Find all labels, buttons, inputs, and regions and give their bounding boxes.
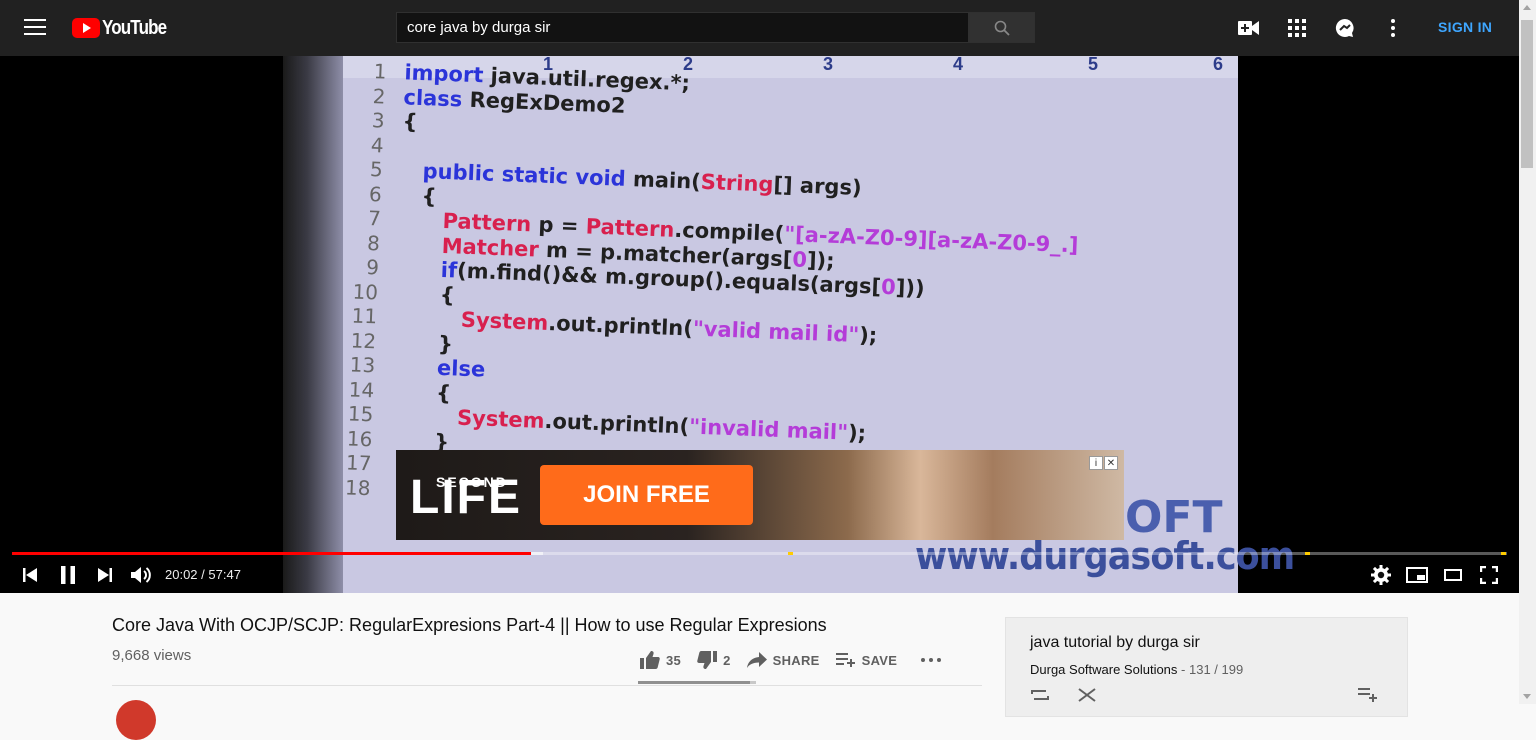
youtube-logo[interactable]: YouTube — [72, 16, 178, 39]
fullscreen-icon[interactable] — [1476, 562, 1502, 588]
more-horiz-icon — [921, 658, 942, 662]
search-icon — [994, 20, 1010, 36]
video-player[interactable]: 123456 1 import java.util.regex.*; 2 class … — [0, 56, 1519, 593]
line-number: 17 — [345, 450, 372, 476]
line-number: 6 — [368, 181, 383, 207]
code-text: else — [436, 355, 486, 382]
playlist-position: 131 / 199 — [1188, 662, 1244, 677]
video-actions: 35 2 SHARE SAVE — [640, 648, 957, 672]
ad-marker — [788, 552, 793, 555]
ad-close-icon[interactable]: ✕ — [1104, 456, 1118, 470]
more-actions-button[interactable] — [921, 658, 942, 662]
more-vert-icon[interactable] — [1381, 16, 1405, 40]
apps-grid-icon[interactable] — [1285, 16, 1309, 40]
overlay-ad[interactable]: LIFE SECOND JOIN FREE i ✕ — [396, 450, 1124, 540]
progress-played — [12, 552, 531, 555]
code-line: 18 — [328, 474, 389, 502]
code-text: { — [391, 378, 452, 405]
ad-marker — [1501, 552, 1506, 555]
messages-icon[interactable] — [1333, 16, 1357, 40]
masthead: YouTube core java by durga sir SIGN IN — [0, 0, 1519, 56]
save-button[interactable]: SAVE — [835, 652, 898, 668]
thumb-down-icon — [697, 651, 718, 669]
line-number: 15 — [347, 401, 374, 427]
code-text: } — [393, 329, 454, 356]
ad-brand-small: SECOND — [436, 474, 508, 490]
ad-join-button[interactable]: JOIN FREE — [540, 465, 753, 525]
divider — [112, 685, 982, 686]
theater-mode-icon[interactable] — [1440, 562, 1466, 588]
share-label: SHARE — [772, 652, 820, 668]
line-number: 1 — [373, 59, 387, 84]
shuffle-icon[interactable] — [1078, 688, 1096, 702]
sign-in-button[interactable]: SIGN IN — [1438, 19, 1492, 35]
playlist-title[interactable]: java tutorial by durga sir — [1030, 634, 1200, 652]
ruler-number: 3 — [823, 56, 834, 74]
scroll-down-arrow-icon[interactable] — [1523, 694, 1531, 699]
playlist-save-icon[interactable] — [1358, 688, 1378, 702]
previous-icon[interactable] — [17, 562, 43, 588]
line-number: 7 — [367, 206, 382, 231]
ruler-number: 6 — [1213, 56, 1224, 74]
like-count: 35 — [666, 652, 682, 668]
loop-icon[interactable] — [1030, 688, 1050, 702]
line-number: 3 — [371, 108, 386, 133]
scroll-up-arrow-icon[interactable] — [1523, 5, 1531, 10]
channel-avatar[interactable] — [116, 700, 156, 740]
time-current: 20:02 — [165, 567, 198, 582]
line-number: 2 — [372, 83, 387, 109]
play-logo-icon — [72, 18, 100, 38]
scroll-thumb[interactable] — [1521, 20, 1533, 168]
share-icon — [746, 652, 767, 668]
ad-info-icon[interactable]: i — [1089, 456, 1103, 470]
miniplayer-icon[interactable] — [1404, 562, 1430, 588]
time-total: 57:47 — [208, 567, 241, 582]
line-number: 9 — [365, 254, 380, 280]
ruler-number: 4 — [953, 56, 964, 74]
settings-gear-icon[interactable] — [1368, 562, 1394, 588]
line-number: 5 — [369, 157, 384, 182]
thumb-up-icon — [640, 651, 660, 669]
playlist-channel[interactable]: Durga Software Solutions — [1030, 662, 1177, 677]
line-number: 12 — [350, 327, 377, 353]
volume-icon[interactable] — [128, 562, 154, 588]
code-text: { — [395, 280, 456, 307]
line-number: 8 — [366, 230, 381, 255]
page-scrollbar[interactable] — [1519, 0, 1536, 704]
sentiment-bar — [638, 681, 756, 684]
code-text: { — [402, 109, 419, 134]
like-button[interactable]: 35 — [640, 651, 681, 669]
line-number: 16 — [346, 425, 373, 451]
player-controls: 20:02 / 57:47 — [0, 556, 1519, 593]
playlist-subtitle: Durga Software Solutions - 131 / 199 — [1030, 662, 1244, 677]
line-number: 14 — [348, 376, 375, 402]
next-icon[interactable] — [92, 562, 118, 588]
line-number: 13 — [349, 352, 376, 378]
save-label: SAVE — [861, 652, 898, 668]
ad-marker — [1305, 552, 1310, 555]
ruler-number: 5 — [1088, 56, 1099, 74]
search-input[interactable]: core java by durga sir — [396, 12, 969, 43]
line-number: 10 — [352, 278, 379, 304]
playlist-panel: java tutorial by durga sir Durga Softwar… — [1005, 617, 1408, 717]
create-video-icon[interactable] — [1237, 16, 1261, 40]
line-number: 4 — [370, 132, 385, 158]
progress-bar[interactable] — [12, 552, 1507, 555]
search-button[interactable] — [969, 12, 1035, 43]
dislike-button[interactable]: 2 — [697, 651, 731, 669]
line-number: 18 — [344, 474, 371, 500]
menu-icon[interactable] — [24, 19, 46, 37]
playlist-add-icon — [835, 653, 855, 667]
code-text: { — [399, 182, 438, 209]
dislike-count: 2 — [723, 652, 731, 668]
share-button[interactable]: SHARE — [746, 652, 820, 668]
logo-text: YouTube — [102, 16, 167, 39]
view-count: 9,668 views — [112, 647, 192, 664]
video-title: Core Java With OCJP/SCJP: RegularExpresi… — [112, 615, 827, 635]
line-number: 11 — [351, 303, 378, 329]
sentiment-bar-fill — [638, 681, 750, 684]
pause-icon[interactable] — [55, 562, 81, 588]
time-display: 20:02 / 57:47 — [165, 567, 241, 582]
